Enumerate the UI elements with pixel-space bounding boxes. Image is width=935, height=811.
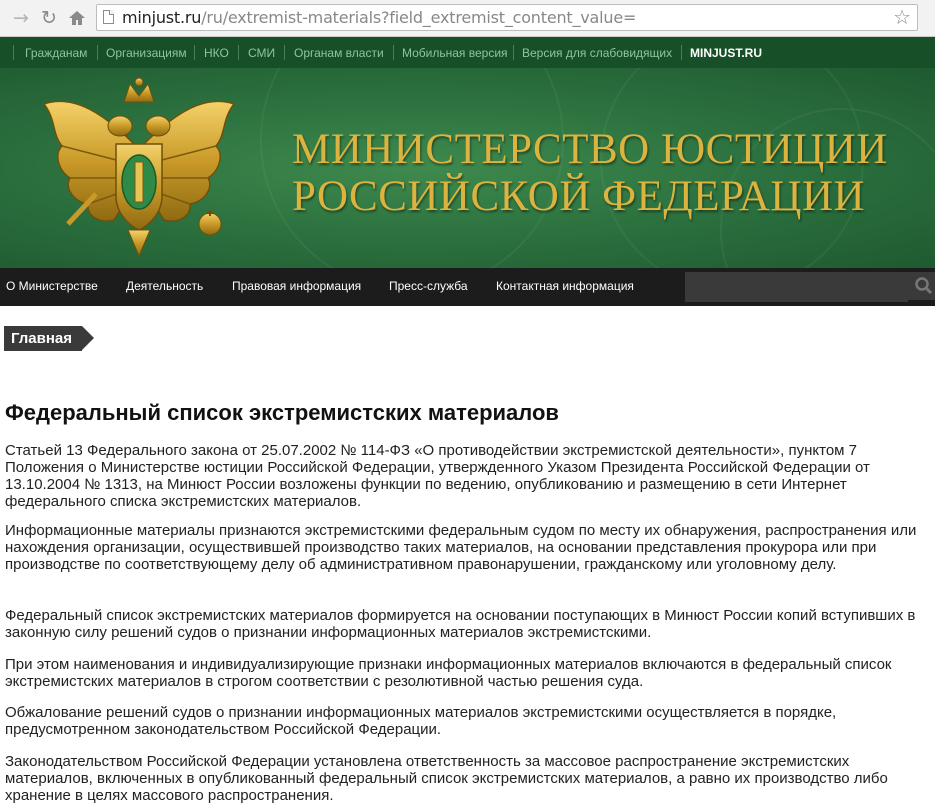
nav-item-ministry[interactable]: О Министерстве: [6, 279, 98, 293]
toplink-authorities[interactable]: Органам власти: [294, 46, 384, 60]
search-icon: [915, 277, 933, 295]
page-icon: [103, 10, 114, 24]
divider: [284, 45, 285, 60]
paragraph: Обжалование решений судов о признании ин…: [5, 704, 837, 738]
ministry-title-line1: МИНИСТЕРСТВО ЮСТИЦИИ: [292, 126, 888, 173]
address-bar[interactable]: minjust.ru/ru/extremist-materials?field_…: [96, 4, 918, 31]
top-links-bar: Гражданам Организациям НКО СМИ Органам в…: [0, 37, 935, 68]
divider: [13, 45, 14, 60]
browser-toolbar: → ↻ minjust.ru/ru/extremist-materials?fi…: [0, 0, 935, 37]
toplink-brand[interactable]: MINJUST.RU: [690, 46, 762, 60]
back-button[interactable]: →: [8, 5, 34, 31]
toplink-mobile[interactable]: Мобильная версия: [402, 46, 508, 60]
ministry-title-line2: РОССИЙСКОЙ ФЕДЕРАЦИИ: [292, 173, 866, 220]
paragraph: Законодательством Российской Федерации у…: [5, 753, 888, 804]
url-text: minjust.ru/ru/extremist-materials?field_…: [122, 8, 636, 27]
search-button[interactable]: [908, 272, 935, 300]
page-title: Федеральный список экстремистских матери…: [5, 400, 559, 425]
paragraph: При этом наименования и индивидуализирую…: [5, 656, 892, 690]
reload-button[interactable]: ↻: [36, 5, 62, 31]
toplink-accessible[interactable]: Версия для слабовидящих: [522, 46, 672, 60]
home-button[interactable]: [64, 5, 90, 31]
ministry-emblem-icon[interactable]: [34, 74, 244, 260]
nav-item-legal-info[interactable]: Правовая информация: [232, 279, 361, 293]
divider: [393, 45, 394, 60]
nav-item-contacts[interactable]: Контактная информация: [496, 279, 634, 293]
divider: [97, 45, 98, 60]
star-icon[interactable]: ☆: [893, 5, 911, 29]
breadcrumb-home[interactable]: Главная: [4, 326, 95, 351]
divider: [681, 45, 682, 60]
home-icon: [69, 11, 85, 25]
search-input[interactable]: [685, 272, 908, 302]
url-path: /ru/extremist-materials?field_extremist_…: [201, 8, 637, 27]
divider: [194, 45, 195, 60]
main-navigation: О Министерстве Деятельность Правовая инф…: [0, 268, 935, 306]
divider: [513, 45, 514, 60]
toplink-organizations[interactable]: Организациям: [106, 46, 187, 60]
toplink-media[interactable]: СМИ: [248, 46, 275, 60]
nav-item-press[interactable]: Пресс-служба: [389, 279, 468, 293]
header-banner: МИНИСТЕРСТВО ЮСТИЦИИ РОССИЙСКОЙ ФЕДЕРАЦИ…: [0, 68, 935, 268]
url-domain: minjust.ru: [122, 8, 202, 27]
nav-item-activity[interactable]: Деятельность: [126, 279, 203, 293]
divider: [238, 45, 239, 60]
paragraph: Федеральный список экстремистских матери…: [5, 607, 916, 641]
toplink-nko[interactable]: НКО: [204, 46, 229, 60]
paragraph: Статьей 13 Федерального закона от 25.07.…: [5, 442, 870, 510]
ministry-title: МИНИСТЕРСТВО ЮСТИЦИИ РОССИЙСКОЙ ФЕДЕРАЦИ…: [292, 126, 922, 220]
paragraph: Информационные материалы признаются экст…: [5, 522, 917, 573]
toplink-citizens[interactable]: Гражданам: [25, 46, 87, 60]
